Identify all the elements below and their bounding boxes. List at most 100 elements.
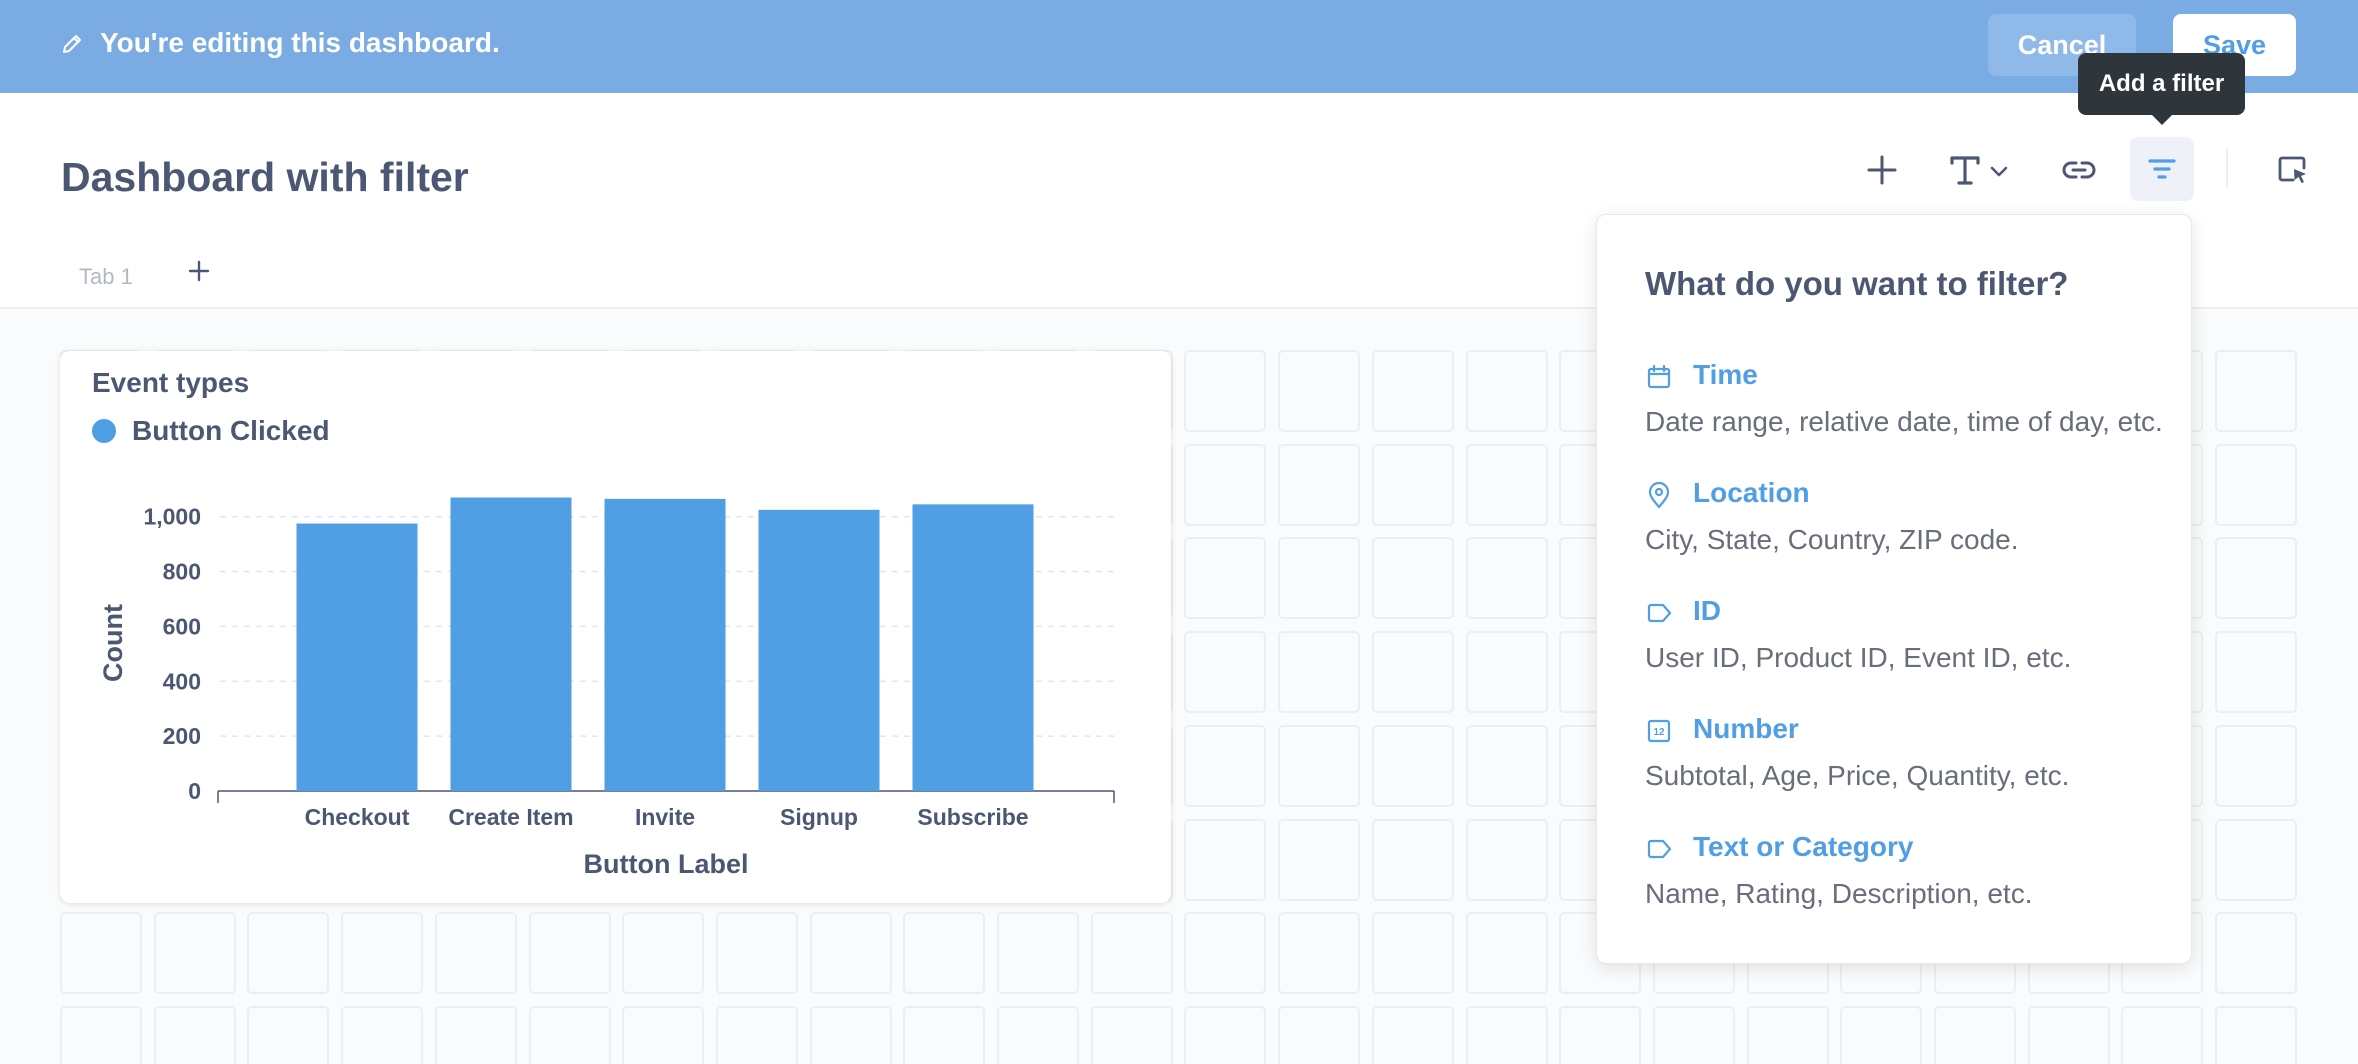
- grid-cell: [1371, 443, 1454, 526]
- text-icon: [1950, 156, 2008, 185]
- filter-option-text-or-category[interactable]: Text or Category Name, Rating, Descripti…: [1645, 831, 2165, 931]
- filter-option-label: Location: [1693, 477, 1810, 508]
- grid-cell: [1278, 724, 1361, 807]
- grid-cell: [1934, 1005, 2016, 1064]
- bar: [296, 523, 418, 791]
- grid-cell: [622, 1005, 705, 1064]
- grid-cell: [1465, 912, 1548, 995]
- cursor-select-icon: [2278, 156, 2306, 183]
- grid-cell: [1184, 1005, 1267, 1064]
- tag-icon: [1647, 603, 1672, 623]
- y-tick-label: 600: [163, 613, 201, 639]
- add-filter-button[interactable]: [2130, 137, 2194, 201]
- grid-cell: [341, 1005, 424, 1064]
- grid-cell: [2215, 1005, 2298, 1064]
- filter-option-description: Date range, relative date, time of day, …: [1645, 406, 2163, 437]
- add-question-button[interactable]: [1856, 140, 1908, 200]
- filter-option-id[interactable]: ID User ID, Product ID, Event ID, etc.: [1645, 595, 2165, 695]
- filter-option-description: City, State, Country, ZIP code.: [1645, 524, 2019, 555]
- grid-cell: [1559, 1005, 1642, 1064]
- chart-card[interactable]: Event types Button Clicked 0 200 400 600 800…: [60, 351, 1171, 903]
- grid-cell: [1184, 350, 1267, 432]
- tooltip-arrow: [2151, 114, 2173, 125]
- x-tick-label: Invite: [635, 804, 695, 830]
- grid-cell: [2215, 537, 2298, 620]
- x-axis-label: Button Label: [584, 849, 749, 879]
- pencil-icon: [63, 35, 81, 53]
- grid-cell: [2027, 1005, 2110, 1064]
- add-action-button[interactable]: [2266, 140, 2320, 200]
- y-tick-label: 400: [163, 668, 201, 694]
- grid-cell: [1090, 912, 1173, 995]
- grid-cell: [341, 912, 424, 995]
- grid-cell: [903, 912, 986, 995]
- grid-cell: [1371, 350, 1454, 432]
- x-tick-label: Create Item: [448, 804, 573, 830]
- grid-cell: [809, 912, 892, 995]
- grid-cell: [1465, 724, 1548, 807]
- grid-cell: [809, 1005, 892, 1064]
- label-icon: [1647, 839, 1672, 859]
- location-pin-icon: [1648, 481, 1670, 509]
- grid-cell: [1371, 631, 1454, 714]
- calendar-icon: [1647, 364, 1671, 389]
- link-icon: [2062, 161, 2096, 179]
- grid-cell: [1278, 350, 1361, 432]
- x-tick-label: Checkout: [305, 804, 410, 830]
- filter-option-description: Name, Rating, Description, etc.: [1645, 878, 2033, 909]
- grid-cell: [1278, 443, 1361, 526]
- grid-cell: [903, 1005, 986, 1064]
- grid-cell: [528, 912, 611, 995]
- grid-cell: [60, 1005, 142, 1064]
- filter-option-label: Number: [1693, 713, 1799, 744]
- plus-icon: [188, 260, 210, 282]
- grid-cell: [1090, 1005, 1173, 1064]
- grid-cell: [1465, 537, 1548, 620]
- y-tick-label: 200: [163, 723, 201, 749]
- grid-cell: [1840, 1005, 1923, 1064]
- y-tick-label: 1,000: [143, 504, 201, 530]
- filter-option-location[interactable]: Location City, State, Country, ZIP code.: [1645, 477, 2165, 577]
- grid-cell: [153, 1005, 236, 1064]
- grid-cell: [528, 1005, 611, 1064]
- filter-option-label: ID: [1693, 595, 1721, 626]
- add-tab-button[interactable]: [186, 256, 212, 286]
- grid-cell: [2215, 631, 2298, 714]
- grid-cell: [622, 912, 705, 995]
- grid-cell: [434, 1005, 517, 1064]
- svg-text:12: 12: [1653, 727, 1665, 738]
- grid-cell: [247, 912, 330, 995]
- add-link-button[interactable]: [2052, 140, 2106, 200]
- grid-cell: [1278, 537, 1361, 620]
- grid-cell: [1278, 631, 1361, 714]
- grid-cell: [1371, 724, 1454, 807]
- x-tick-label: Subscribe: [917, 804, 1028, 830]
- filter-icon: [2148, 159, 2176, 179]
- grid-cell: [434, 912, 517, 995]
- grid-cell: [1465, 350, 1548, 432]
- tab-1[interactable]: Tab 1: [79, 264, 133, 290]
- toolbar-divider: [2226, 148, 2228, 188]
- grid-cell: [247, 1005, 330, 1064]
- y-axis-label: Count: [98, 604, 128, 682]
- filter-option-description: User ID, Product ID, Event ID, etc.: [1645, 642, 2072, 673]
- grid-cell: [1465, 443, 1548, 526]
- bar: [604, 498, 726, 791]
- dashboard-title[interactable]: Dashboard with filter: [61, 154, 469, 201]
- grid-cell: [997, 912, 1079, 995]
- grid-cell: [997, 1005, 1079, 1064]
- grid-cell: [1184, 537, 1267, 620]
- filter-type-popover: What do you want to filter? Time Date ra…: [1596, 214, 2192, 964]
- grid-cell: [1371, 1005, 1454, 1064]
- add-text-button[interactable]: [1944, 140, 2016, 200]
- grid-cell: [1184, 912, 1267, 995]
- grid-cell: [153, 912, 236, 995]
- edit-mode-message: You're editing this dashboard.: [100, 27, 500, 58]
- plus-icon: [1867, 155, 1897, 185]
- grid-cell: [1184, 443, 1267, 526]
- filter-option-time[interactable]: Time Date range, relative date, time of …: [1645, 359, 2165, 459]
- grid-cell: [1465, 1005, 1548, 1064]
- grid-cell: [1652, 1005, 1735, 1064]
- filter-option-number[interactable]: 12 Number Subtotal, Age, Price, Quantity…: [1645, 713, 2165, 813]
- grid-cell: [2215, 350, 2298, 432]
